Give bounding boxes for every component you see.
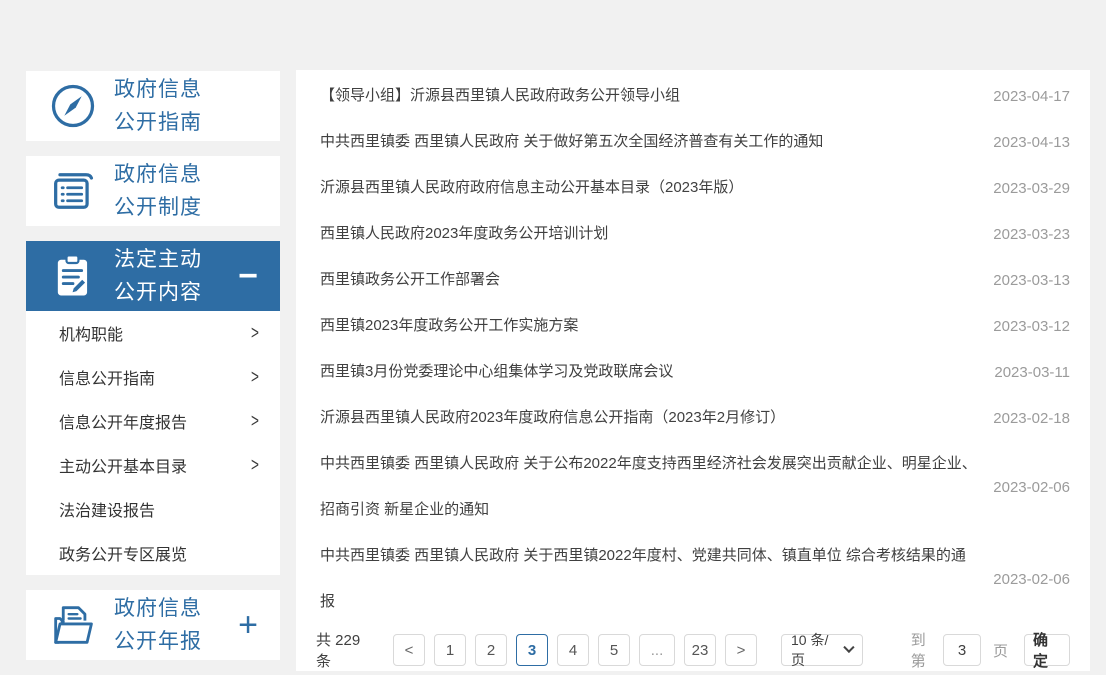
article-date: 2023-04-13	[993, 134, 1070, 151]
sidebar-item-label: 法定主动公开内容	[114, 243, 206, 309]
chevron-right-icon: >	[251, 410, 259, 433]
total-count: 共 229 条	[316, 629, 375, 671]
goto-label-before: 到第	[911, 629, 931, 671]
article-title[interactable]: 沂源县西里镇人民政府2023年度政府信息公开指南（2023年2月修订）	[316, 395, 979, 441]
sidebar-item-gov-info-guide[interactable]: 政府信息公开指南	[26, 71, 280, 141]
article-title[interactable]: 中共西里镇委 西里镇人民政府 关于公布2022年度支持西里经济社会发展突出贡献企…	[316, 441, 979, 533]
submenu-item-open-gov-zone[interactable]: 政务公开专区展览	[26, 531, 280, 575]
article-date: 2023-03-11	[994, 364, 1070, 381]
goto-page-input[interactable]	[943, 634, 981, 666]
article-title[interactable]: 沂源县西里镇人民政府政府信息主动公开基本目录（2023年版）	[316, 165, 979, 211]
article-date: 2023-03-12	[993, 318, 1070, 335]
goto-page-group: 到第 页 确定	[911, 629, 1070, 671]
page-size-value: 10 条/页	[791, 630, 838, 670]
article-date: 2023-02-18	[993, 410, 1070, 427]
article-row[interactable]: 沂源县西里镇人民政府政府信息主动公开基本目录（2023年版） 2023-03-2…	[316, 165, 1070, 211]
article-title[interactable]: 中共西里镇委 西里镇人民政府 关于做好第五次全国经济普查有关工作的通知	[316, 119, 979, 165]
pagination-bar: 共 229 条 < 1 2 3 4 5 ... 23 > 10 条/页 到第 页…	[316, 634, 1070, 666]
page-button-4[interactable]: 4	[557, 634, 589, 666]
submenu-item-label: 政务公开专区展览	[59, 541, 260, 565]
article-date: 2023-03-29	[993, 180, 1070, 197]
page-size-select[interactable]: 10 条/页	[781, 634, 863, 666]
submenu-item-info-guide[interactable]: 信息公开指南 >	[26, 355, 280, 399]
ledger-icon	[46, 164, 100, 218]
article-title[interactable]: 西里镇3月份党委理论中心组集体学习及党政联席会议	[316, 349, 980, 395]
folder-icon	[46, 598, 100, 652]
submenu-item-label: 法治建设报告	[59, 497, 260, 521]
page-ellipsis-button[interactable]: ...	[639, 634, 675, 666]
chevron-down-icon	[844, 642, 855, 653]
sidebar-item-label: 政府信息公开年报	[114, 592, 206, 658]
submenu-item-basic-catalog[interactable]: 主动公开基本目录 >	[26, 443, 280, 487]
expand-icon[interactable]: +	[206, 608, 280, 642]
collapse-icon[interactable]: −	[206, 259, 280, 293]
article-title[interactable]: 【领导小组】沂源县西里镇人民政府政务公开领导小组	[316, 73, 979, 119]
sidebar-item-gov-info-system[interactable]: 政府信息公开制度	[26, 156, 280, 226]
article-title[interactable]: 西里镇政务公开工作部署会	[316, 257, 979, 303]
sidebar-item-label: 政府信息公开指南	[114, 73, 206, 139]
submenu-item-annual-report[interactable]: 信息公开年度报告 >	[26, 399, 280, 443]
article-date: 2023-02-06	[993, 571, 1070, 588]
article-title[interactable]: 中共西里镇委 西里镇人民政府 关于西里镇2022年度村、党建共同体、镇直单位 综…	[316, 533, 979, 625]
article-date: 2023-03-23	[993, 226, 1070, 243]
clipboard-pencil-icon	[46, 249, 100, 303]
page-button-5[interactable]: 5	[598, 634, 630, 666]
chevron-right-icon: >	[251, 366, 259, 389]
submenu-item-label: 主动公开基本目录	[59, 453, 250, 477]
chevron-right-icon: >	[251, 322, 259, 345]
chevron-right-icon: >	[251, 454, 259, 477]
article-row[interactable]: 中共西里镇委 西里镇人民政府 关于公布2022年度支持西里经济社会发展突出贡献企…	[316, 441, 1070, 533]
article-row[interactable]: 西里镇人民政府2023年度政务公开培训计划 2023-03-23	[316, 211, 1070, 257]
article-list-panel: 【领导小组】沂源县西里镇人民政府政务公开领导小组 2023-04-17 中共西里…	[296, 70, 1090, 671]
page-button-1[interactable]: 1	[434, 634, 466, 666]
submenu-item-label: 机构职能	[59, 321, 250, 345]
sidebar-item-label: 政府信息公开制度	[114, 158, 206, 224]
article-row[interactable]: 沂源县西里镇人民政府2023年度政府信息公开指南（2023年2月修订） 2023…	[316, 395, 1070, 441]
page: 政府信息公开指南 政府信息公开制度	[0, 0, 1106, 671]
sidebar: 政府信息公开指南 政府信息公开制度	[26, 71, 280, 675]
article-row[interactable]: 中共西里镇委 西里镇人民政府 关于西里镇2022年度村、党建共同体、镇直单位 综…	[316, 533, 1070, 625]
article-row[interactable]: 中共西里镇委 西里镇人民政府 关于做好第五次全国经济普查有关工作的通知 2023…	[316, 119, 1070, 165]
article-row[interactable]: 西里镇2023年度政务公开工作实施方案 2023-03-12	[316, 303, 1070, 349]
article-date: 2023-04-17	[993, 88, 1070, 105]
page-button-23[interactable]: 23	[684, 634, 716, 666]
sidebar-submenu: 机构职能 > 信息公开指南 > 信息公开年度报告 > 主动公开基本目录 > 法治…	[26, 311, 280, 575]
sidebar-item-statutory-disclosure[interactable]: 法定主动公开内容 −	[26, 241, 280, 311]
page-button-2[interactable]: 2	[475, 634, 507, 666]
compass-icon	[46, 79, 100, 133]
article-row[interactable]: 西里镇政务公开工作部署会 2023-03-13	[316, 257, 1070, 303]
submenu-item-org-functions[interactable]: 机构职能 >	[26, 311, 280, 355]
article-row[interactable]: 【领导小组】沂源县西里镇人民政府政务公开领导小组 2023-04-17	[316, 73, 1070, 119]
submenu-item-label: 信息公开年度报告	[59, 409, 250, 433]
goto-label-after: 页	[993, 640, 1008, 661]
article-title[interactable]: 西里镇人民政府2023年度政务公开培训计划	[316, 211, 979, 257]
sidebar-item-gov-info-annual-report[interactable]: 政府信息公开年报 +	[26, 590, 280, 660]
article-row[interactable]: 西里镇3月份党委理论中心组集体学习及党政联席会议 2023-03-11	[316, 349, 1070, 395]
article-date: 2023-02-06	[993, 479, 1070, 496]
page-button-3-active[interactable]: 3	[516, 634, 548, 666]
article-date: 2023-03-13	[993, 272, 1070, 289]
article-title[interactable]: 西里镇2023年度政务公开工作实施方案	[316, 303, 979, 349]
prev-page-button[interactable]: <	[393, 634, 425, 666]
submenu-item-rule-of-law-report[interactable]: 法治建设报告	[26, 487, 280, 531]
next-page-button[interactable]: >	[725, 634, 757, 666]
confirm-button[interactable]: 确定	[1024, 634, 1070, 666]
submenu-item-label: 信息公开指南	[59, 365, 250, 389]
